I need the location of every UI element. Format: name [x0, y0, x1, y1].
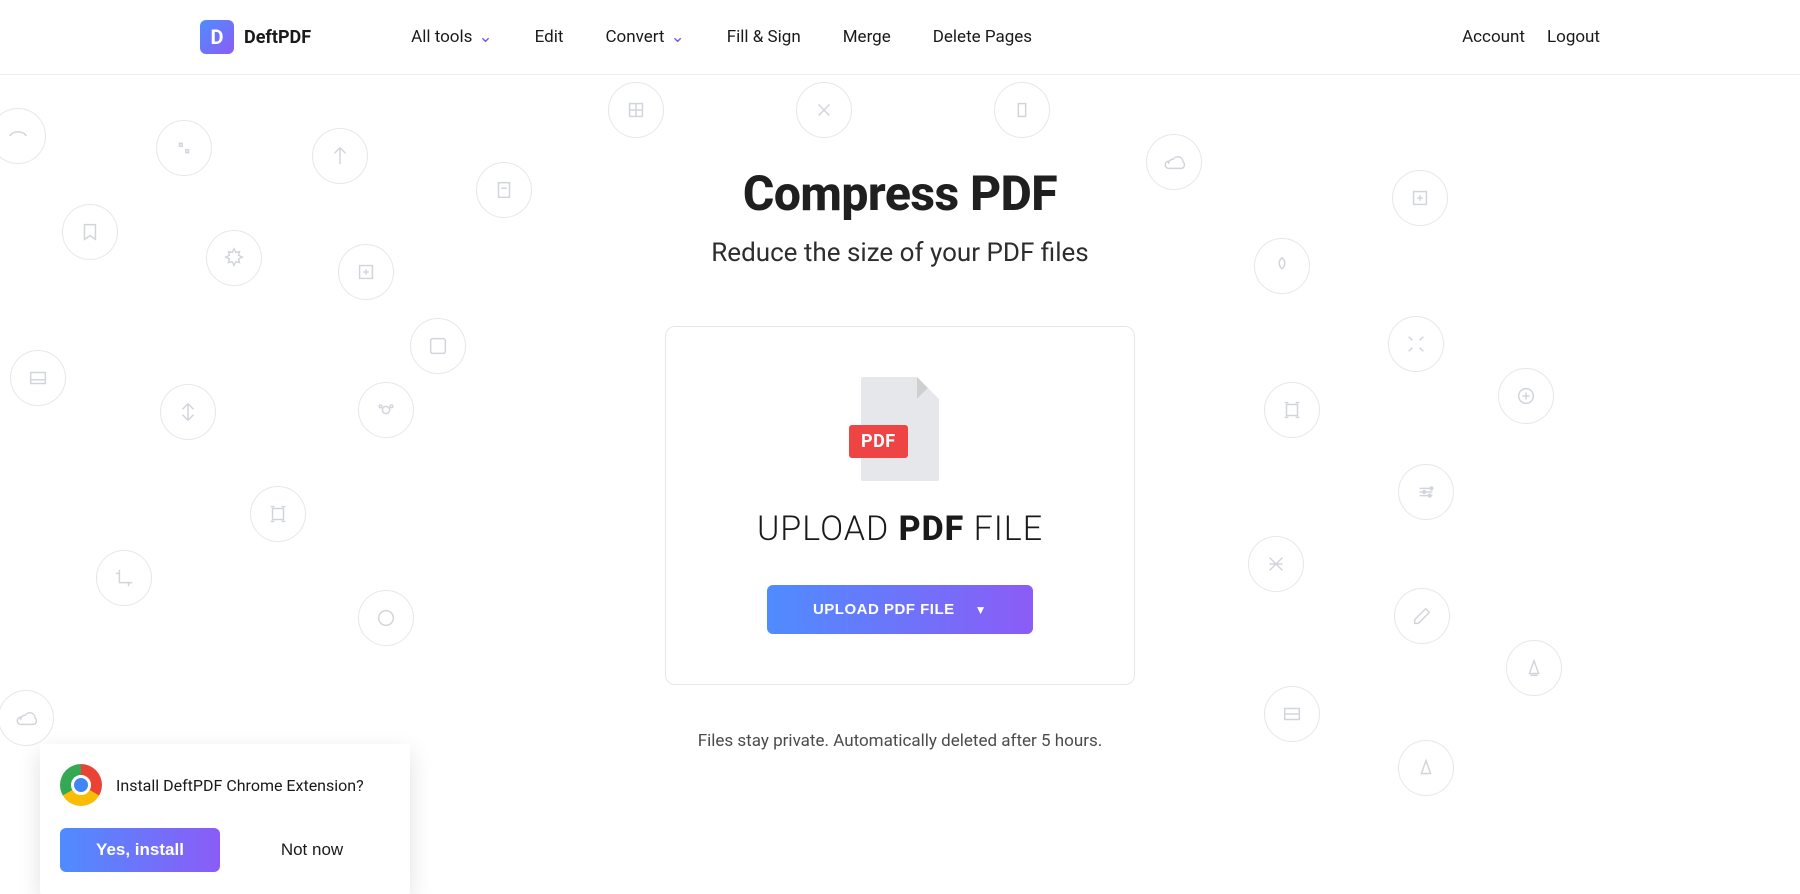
upload-card[interactable]: PDF UPLOAD PDF FILE UPLOAD PDF FILE ▼: [665, 326, 1135, 685]
nav-delete-pages[interactable]: Delete Pages: [933, 27, 1032, 47]
nav-label: Convert: [605, 27, 664, 47]
nav-convert[interactable]: Convert ⌄: [605, 27, 684, 47]
upload-button-label: UPLOAD PDF FILE: [813, 601, 955, 618]
pdf-file-icon: PDF: [861, 377, 939, 481]
nav-label: All tools: [411, 27, 472, 47]
extension-message: Install DeftPDF Chrome Extension?: [116, 776, 364, 795]
dismiss-extension-button[interactable]: Not now: [234, 828, 390, 872]
upload-text-bold: PDF: [899, 509, 965, 549]
page-subtitle: Reduce the size of your PDF files: [0, 238, 1800, 268]
chrome-extension-popup: Install DeftPDF Chrome Extension? Yes, i…: [40, 744, 410, 894]
header: D DeftPDF All tools ⌄ Edit Convert ⌄ Fil…: [0, 0, 1800, 75]
brand-name[interactable]: DeftPDF: [244, 27, 311, 48]
caret-down-icon: ▼: [975, 603, 987, 617]
upload-text-pre: UPLOAD: [757, 509, 899, 549]
chevron-down-icon: ⌄: [671, 27, 685, 47]
upload-text-post: FILE: [964, 509, 1043, 549]
main-nav: All tools ⌄ Edit Convert ⌄ Fill & Sign M…: [411, 27, 1462, 47]
main-content: Compress PDF Reduce the size of your PDF…: [0, 75, 1800, 751]
nav-edit[interactable]: Edit: [535, 27, 564, 47]
user-nav: Account Logout: [1462, 27, 1600, 47]
install-extension-button[interactable]: Yes, install: [60, 828, 220, 872]
nav-account[interactable]: Account: [1462, 27, 1525, 47]
logo[interactable]: D: [200, 20, 234, 54]
chevron-down-icon: ⌄: [478, 27, 492, 47]
pdf-badge: PDF: [849, 425, 908, 458]
page-title: Compress PDF: [0, 165, 1800, 222]
logo-letter: D: [211, 25, 224, 49]
nav-merge[interactable]: Merge: [843, 27, 891, 47]
upload-pdf-button[interactable]: UPLOAD PDF FILE ▼: [767, 585, 1033, 634]
upload-heading: UPLOAD PDF FILE: [696, 509, 1104, 549]
nav-fill-sign[interactable]: Fill & Sign: [727, 27, 801, 47]
nav-logout[interactable]: Logout: [1547, 27, 1600, 47]
chrome-icon: [60, 764, 102, 806]
nav-all-tools[interactable]: All tools ⌄: [411, 27, 493, 47]
